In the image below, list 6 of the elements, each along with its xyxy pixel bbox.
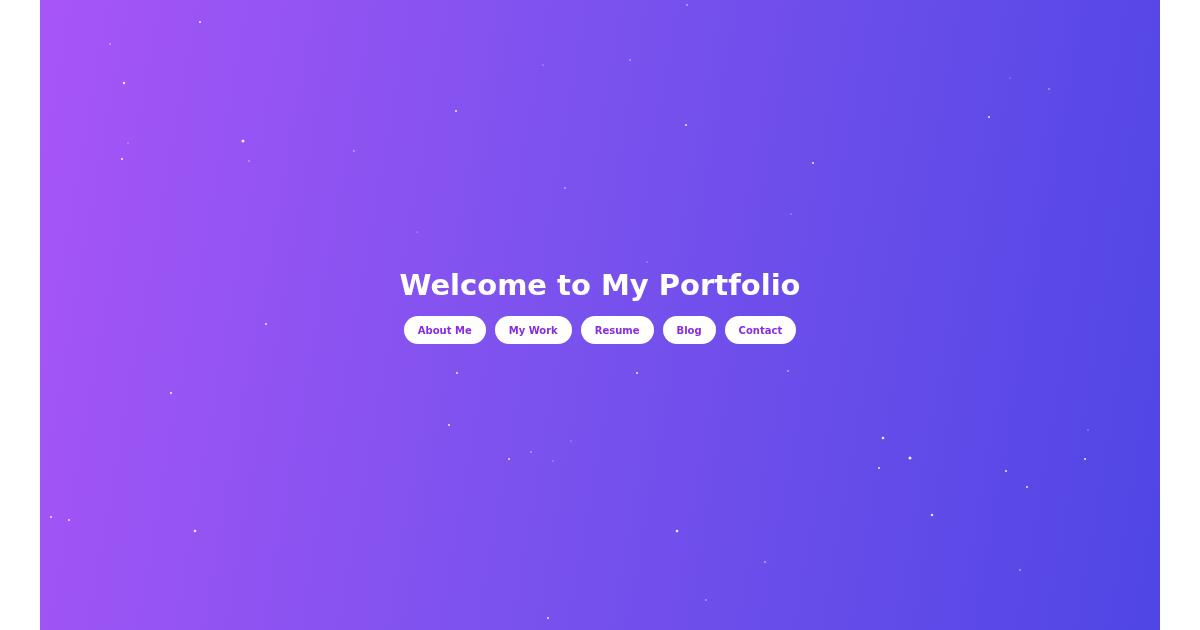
nav-button[interactable]: Contact (724, 316, 797, 344)
hero-title: Welcome to My Portfolio (399, 268, 801, 302)
nav-button[interactable]: My Work (494, 316, 572, 344)
nav-button[interactable]: About Me (403, 316, 486, 344)
nav-button[interactable]: Resume (580, 316, 654, 344)
nav-button[interactable]: Blog (662, 316, 716, 344)
